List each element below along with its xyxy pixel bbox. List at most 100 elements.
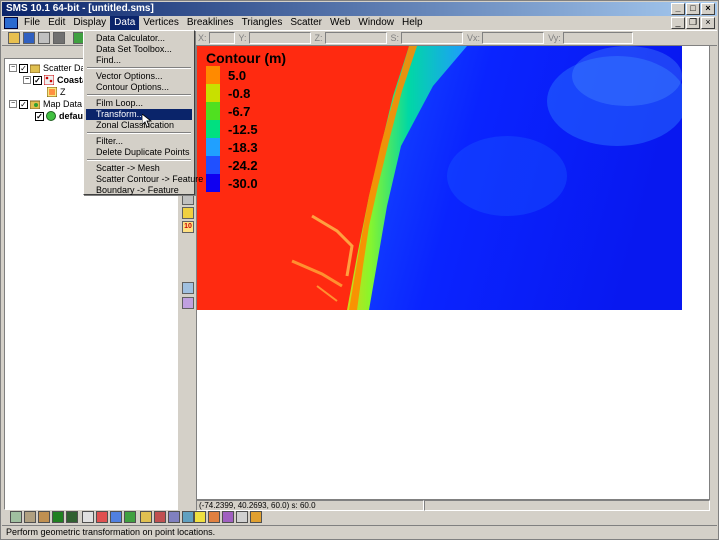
menu-scatter[interactable]: Scatter xyxy=(286,16,326,30)
menu-item-data-set-toolbox[interactable]: Data Set Toolbox... xyxy=(86,44,192,55)
tree-item-scatter-data[interactable]: − ✓ Scatter Data xyxy=(9,62,93,74)
menu-item-vector-options[interactable]: Vector Options... xyxy=(86,71,192,82)
menu-item-contour-options[interactable]: Contour Options... xyxy=(86,82,192,93)
doc-minimize-button[interactable]: _ xyxy=(671,17,685,29)
z-field xyxy=(324,31,387,44)
menu-item-data-calculator[interactable]: Data Calculator... xyxy=(86,33,192,44)
chart-icon[interactable] xyxy=(250,511,262,523)
frame-icon[interactable] xyxy=(222,511,234,523)
menu-file[interactable]: File xyxy=(20,16,44,30)
data-menu-dropdown: Data Calculator... Data Set Toolbox... F… xyxy=(83,30,203,196)
time-steps-icon[interactable] xyxy=(182,511,194,523)
display-options-icon[interactable] xyxy=(208,511,220,523)
collapse-icon[interactable]: − xyxy=(23,76,31,84)
visibility-checkbox[interactable]: ✓ xyxy=(33,75,42,85)
collapse-icon[interactable]: − xyxy=(9,100,17,108)
s-field xyxy=(401,31,464,44)
tree-item-coastal[interactable]: − ✓ Coastal xyxy=(23,74,90,86)
pan-tool-icon[interactable] xyxy=(182,297,194,309)
open-icon[interactable] xyxy=(8,32,20,44)
save-icon[interactable] xyxy=(23,32,35,44)
zoom-tool-icon[interactable] xyxy=(182,282,194,294)
menu-item-scatter-to-mesh[interactable]: Scatter -> Mesh xyxy=(86,163,192,174)
legend-label: -30.0 xyxy=(228,175,258,191)
globe-module-icon[interactable] xyxy=(110,511,122,523)
mesh-module-icon[interactable] xyxy=(10,511,22,523)
map-module-icon[interactable] xyxy=(82,511,94,523)
contour-map[interactable]: Contour (m) 5.0 -0.8 -6.7 -12.5 -18.3 -2… xyxy=(197,46,682,310)
status-message: Perform geometric transformation on poin… xyxy=(6,527,216,537)
coverage-icon xyxy=(46,111,56,121)
collapse-icon[interactable]: − xyxy=(9,64,17,72)
menu-item-zonal-classification[interactable]: Zonal Classification xyxy=(86,120,192,131)
close-button[interactable]: × xyxy=(701,3,715,15)
menu-display[interactable]: Display xyxy=(69,16,110,30)
visibility-checkbox[interactable]: ✓ xyxy=(19,63,28,73)
title-bar: SMS 10.1 64-bit - [untitled.sms] _ □ × xyxy=(2,2,717,16)
contour-label-icon[interactable] xyxy=(182,207,194,219)
x-label: X: xyxy=(198,32,207,43)
grid-module-icon[interactable] xyxy=(24,511,36,523)
menu-vertices[interactable]: Vertices xyxy=(139,16,183,30)
minimize-button[interactable]: _ xyxy=(671,3,685,15)
menu-data[interactable]: Data xyxy=(110,16,140,30)
menu-separator xyxy=(87,159,191,161)
maximize-button[interactable]: □ xyxy=(686,3,700,15)
annotation-tool-icon[interactable] xyxy=(168,511,180,523)
menu-triangles[interactable]: Triangles xyxy=(238,16,287,30)
y-label: Y: xyxy=(238,32,247,43)
layout-icon[interactable] xyxy=(236,511,248,523)
menu-window[interactable]: Window xyxy=(354,16,398,30)
delete-icon[interactable] xyxy=(53,32,65,44)
raster-module-icon[interactable] xyxy=(66,511,78,523)
tree-label: Map Data xyxy=(43,99,83,109)
light-icon[interactable] xyxy=(194,511,206,523)
window-title: SMS 10.1 64-bit - [untitled.sms] xyxy=(6,3,154,14)
doc-restore-button[interactable]: ❐ xyxy=(686,17,700,29)
print-icon[interactable] xyxy=(38,32,50,44)
gis-module-icon[interactable] xyxy=(124,511,136,523)
legend-entry: -18.3 xyxy=(206,138,258,156)
legend-swatch xyxy=(206,120,220,138)
menu-item-filter[interactable]: Filter... xyxy=(86,136,192,147)
z-label: Z: xyxy=(314,32,323,43)
menu-bar: File Edit Display Data Vertices Breaklin… xyxy=(2,16,717,30)
visibility-checkbox[interactable]: ✓ xyxy=(35,111,44,121)
menu-item-scatter-contour-to-feature[interactable]: Scatter Contour -> Feature xyxy=(86,174,203,185)
profile-tool-icon[interactable] xyxy=(140,511,152,523)
menu-edit[interactable]: Edit xyxy=(44,16,69,30)
legend-swatch xyxy=(206,156,220,174)
menu-help[interactable]: Help xyxy=(398,16,427,30)
document-icon[interactable] xyxy=(4,17,18,29)
cartesian-module-icon[interactable] xyxy=(38,511,50,523)
menu-item-find[interactable]: Find... xyxy=(86,55,192,66)
visibility-checkbox[interactable]: ✓ xyxy=(19,99,28,109)
legend-label: -0.8 xyxy=(228,85,251,101)
tree-item-default-coverage[interactable]: ✓ default xyxy=(35,110,89,122)
map-folder-icon xyxy=(30,100,40,109)
coordinate-fields: X: Y: Z: S: Vx: Vy: xyxy=(198,31,633,44)
measure-tool-icon[interactable] xyxy=(154,511,166,523)
legend-entry: 5.0 xyxy=(206,66,246,84)
legend-swatch xyxy=(206,174,220,192)
particle-module-icon[interactable] xyxy=(96,511,108,523)
ten-tool-icon[interactable]: 10 xyxy=(182,221,194,233)
sms-window: SMS 10.1 64-bit - [untitled.sms] _ □ × F… xyxy=(0,0,719,540)
menu-web[interactable]: Web xyxy=(326,16,354,30)
menu-item-boundary-to-feature[interactable]: Boundary -> Feature xyxy=(86,185,192,196)
module-toolbar xyxy=(2,510,717,525)
vx-field xyxy=(482,31,545,44)
legend-swatch xyxy=(206,66,220,84)
menu-item-delete-duplicate-points[interactable]: Delete Duplicate Points xyxy=(86,147,192,158)
tree-item-z[interactable]: Z xyxy=(47,86,66,98)
legend-entry: -30.0 xyxy=(206,174,258,192)
legend-entry: -0.8 xyxy=(206,84,250,102)
scatter-set-icon xyxy=(44,75,54,85)
menu-item-transform[interactable]: Transform... xyxy=(86,109,192,120)
scatter-module-icon[interactable] xyxy=(52,511,64,523)
doc-close-button[interactable]: × xyxy=(701,17,715,29)
menu-item-film-loop[interactable]: Film Loop... xyxy=(86,98,192,109)
tree-item-map-data[interactable]: − ✓ Map Data xyxy=(9,98,82,110)
menu-breaklines[interactable]: Breaklines xyxy=(183,16,238,30)
graphics-window[interactable]: Contour (m) 5.0 -0.8 -6.7 -12.5 -18.3 -2… xyxy=(196,45,710,500)
